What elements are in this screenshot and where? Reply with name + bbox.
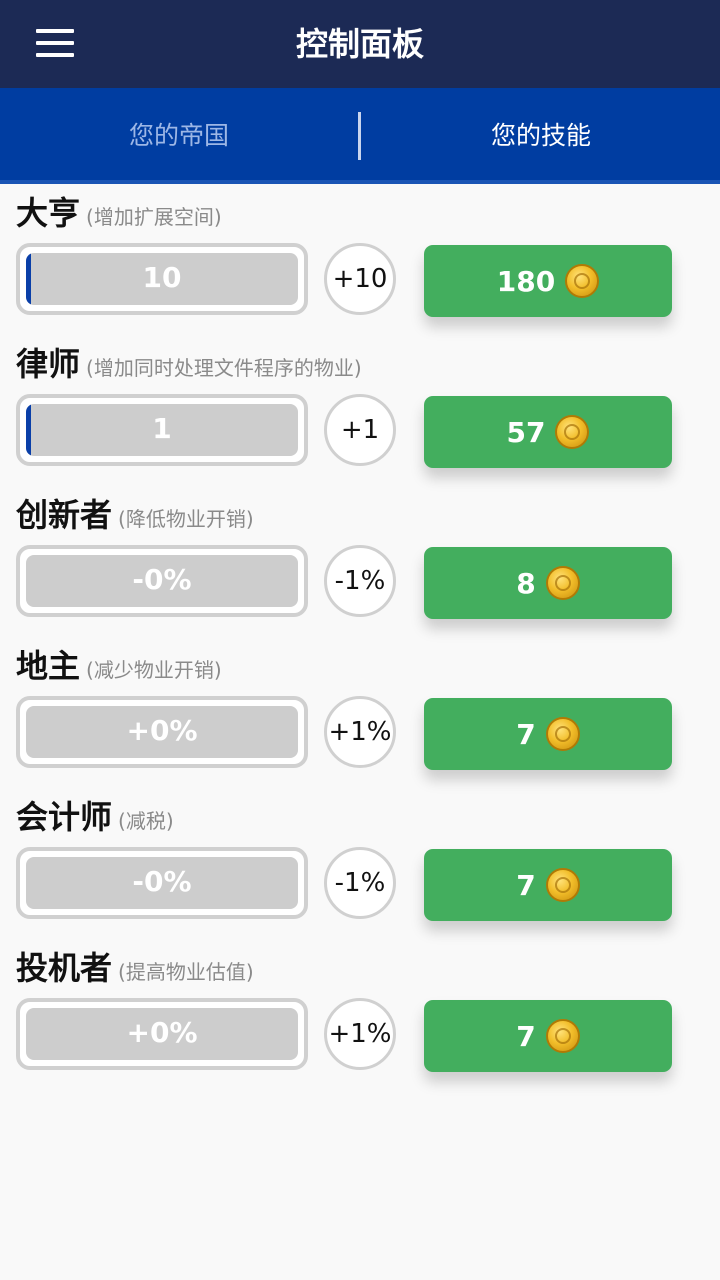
skill-header: 律师 (增加同时处理文件程序的物业)	[16, 339, 362, 385]
skill-row: 地主 (减少物业开销) +0% +1% 7	[0, 637, 720, 788]
skill-name: 律师	[16, 345, 81, 383]
skill-level-value: +0%	[126, 1016, 198, 1049]
skill-increment-badge: +1	[324, 394, 396, 466]
skill-level-value: +0%	[126, 714, 198, 747]
tab-bar: 您的帝国 您的技能	[0, 88, 720, 184]
skill-level-value: 10	[142, 261, 182, 294]
skill-price: 57	[506, 415, 546, 449]
skill-description: (减少物业开销)	[86, 658, 222, 682]
skill-description: (增加扩展空间)	[86, 205, 222, 229]
skill-increment-badge: +10	[324, 243, 396, 315]
skill-description: (增加同时处理文件程序的物业)	[86, 356, 362, 380]
tab-divider	[358, 112, 361, 160]
skill-level-bar: 10	[16, 243, 308, 315]
buy-skill-button[interactable]: 7	[424, 849, 672, 921]
skill-description: (降低物业开销)	[118, 507, 254, 531]
gold-coin-icon	[545, 1019, 580, 1053]
buy-skill-button[interactable]: 57	[424, 396, 672, 468]
skill-header: 大亨 (增加扩展空间)	[16, 188, 222, 234]
skill-header: 创新者 (降低物业开销)	[16, 490, 254, 536]
gold-coin-icon	[565, 264, 600, 298]
skill-price: 7	[516, 717, 536, 751]
skill-row: 创新者 (降低物业开销) -0% -1% 8	[0, 486, 720, 637]
buy-skill-button[interactable]: 7	[424, 698, 672, 770]
skill-row: 会计师 (减税) -0% -1% 7	[0, 788, 720, 939]
skill-header: 投机者 (提高物业估值)	[16, 943, 254, 989]
skill-header: 会计师 (减税)	[16, 792, 174, 838]
skill-level-bar: -0%	[16, 847, 308, 919]
skill-row: 律师 (增加同时处理文件程序的物业) 1 +1 57	[0, 335, 720, 486]
app-bar: 控制面板	[0, 0, 720, 88]
skill-level-bar: -0%	[16, 545, 308, 617]
gold-coin-icon	[555, 415, 590, 449]
buy-skill-button[interactable]: 180	[424, 245, 672, 317]
skill-level-bar: +0%	[16, 696, 308, 768]
tab-your-skills[interactable]: 您的技能	[362, 88, 720, 180]
skill-price: 8	[516, 566, 536, 600]
skill-name: 会计师	[16, 798, 113, 836]
buy-skill-button[interactable]: 8	[424, 547, 672, 619]
skill-increment-badge: -1%	[324, 847, 396, 919]
skill-increment-badge: +1%	[324, 696, 396, 768]
skill-price: 7	[516, 868, 536, 902]
skill-name: 创新者	[16, 496, 113, 534]
skill-row: 大亨 (增加扩展空间) 10 +10 180	[0, 184, 720, 335]
gold-coin-icon	[545, 717, 580, 751]
skill-level-value: 1	[152, 412, 172, 445]
skill-level-value: -0%	[132, 865, 192, 898]
skill-price: 180	[496, 264, 556, 298]
skill-level-bar: 1	[16, 394, 308, 466]
skill-level-value: -0%	[132, 563, 192, 596]
skill-row: 投机者 (提高物业估值) +0% +1% 7	[0, 939, 720, 1090]
skill-level-bar: +0%	[16, 998, 308, 1070]
tab-your-empire[interactable]: 您的帝国	[0, 88, 358, 180]
page-title: 控制面板	[295, 25, 424, 63]
skill-header: 地主 (减少物业开销)	[16, 641, 222, 687]
skill-description: (减税)	[118, 809, 174, 833]
skill-name: 地主	[16, 647, 81, 685]
skill-increment-badge: +1%	[324, 998, 396, 1070]
gold-coin-icon	[545, 566, 580, 600]
skill-increment-badge: -1%	[324, 545, 396, 617]
skill-name: 投机者	[16, 949, 113, 987]
buy-skill-button[interactable]: 7	[424, 1000, 672, 1072]
gold-coin-icon	[545, 868, 580, 902]
skill-price: 7	[516, 1019, 536, 1053]
skill-name: 大亨	[16, 194, 81, 232]
skill-description: (提高物业估值)	[118, 960, 254, 984]
